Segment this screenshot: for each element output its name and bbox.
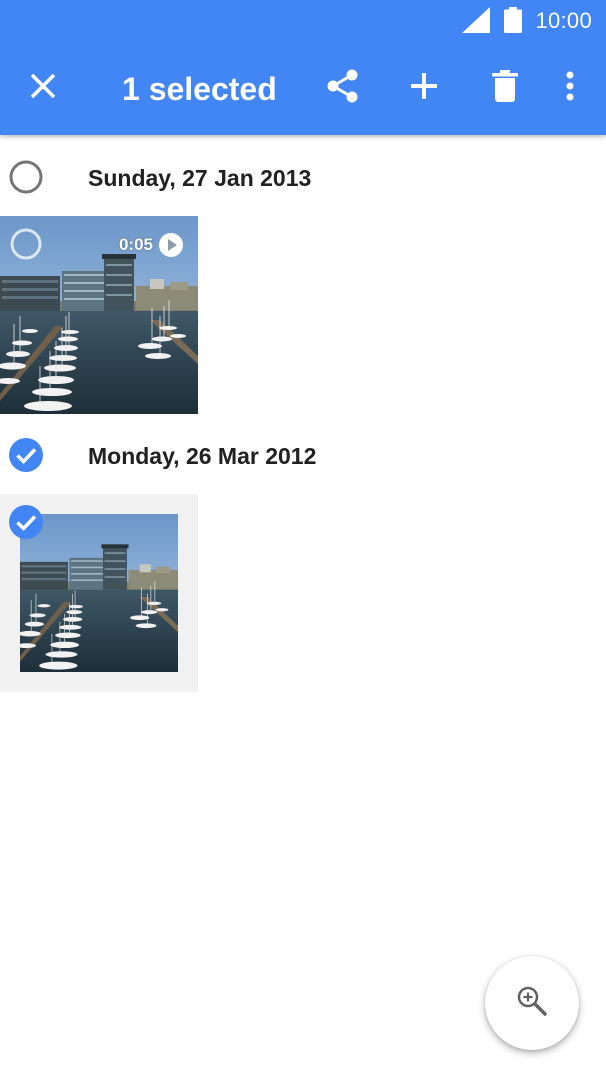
photo-thumbnail-selected[interactable] — [0, 494, 198, 692]
checked-circle-icon[interactable] — [8, 437, 44, 473]
status-bar: 10:00 — [0, 0, 606, 42]
delete-button[interactable] — [473, 42, 537, 135]
video-duration: 0:05 — [118, 235, 153, 254]
video-duration-overlay: 0:05 — [119, 232, 184, 258]
zoom-fab-button[interactable] — [485, 956, 579, 1050]
signal-icon — [462, 7, 490, 38]
close-icon — [30, 73, 56, 104]
add-icon — [410, 72, 438, 105]
more-vert-icon — [566, 71, 574, 106]
date-section-header[interactable]: Sunday, 27 Jan 2013 — [0, 142, 606, 212]
section-date-label: Monday, 26 Mar 2012 — [88, 443, 317, 469]
share-button[interactable] — [311, 42, 375, 135]
share-icon — [326, 69, 360, 108]
delete-icon — [492, 70, 518, 107]
checked-circle-icon[interactable] — [8, 504, 44, 540]
top-app-bar: 10:00 1 selected — [0, 0, 606, 135]
add-button[interactable] — [392, 42, 456, 135]
video-thumbnail[interactable]: 0:05 — [0, 216, 198, 414]
section-date-label: Sunday, 27 Jan 2013 — [88, 165, 312, 191]
play-icon — [158, 232, 184, 258]
unchecked-circle-icon[interactable] — [8, 226, 44, 262]
zoom-in-icon — [516, 985, 548, 1022]
date-section-header[interactable]: Monday, 26 Mar 2012 — [0, 420, 606, 490]
selection-toolbar: 1 selected — [0, 42, 606, 135]
unchecked-circle-icon[interactable] — [8, 159, 44, 195]
more-options-button[interactable] — [538, 42, 602, 135]
close-button[interactable] — [11, 42, 75, 135]
selection-count-title: 1 selected — [122, 71, 277, 107]
status-time: 10:00 — [535, 8, 592, 33]
battery-icon — [504, 7, 522, 38]
